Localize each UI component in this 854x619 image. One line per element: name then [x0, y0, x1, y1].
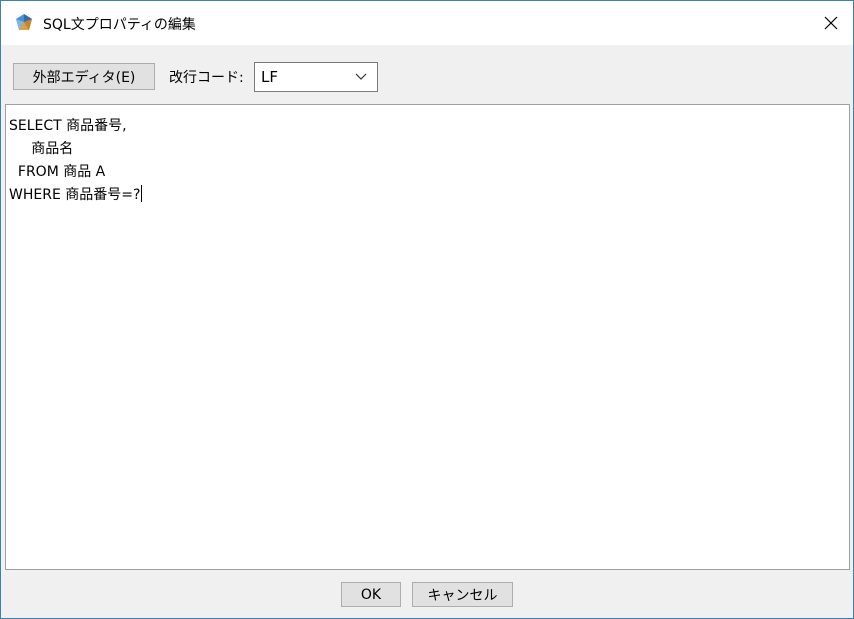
- ok-button[interactable]: OK: [341, 582, 401, 607]
- sql-line: FROM 商品 A: [9, 164, 106, 180]
- line-ending-value: LF: [261, 68, 278, 86]
- chevron-down-icon: [355, 73, 367, 80]
- close-icon: [824, 16, 838, 30]
- sql-property-dialog: SQL文プロパティの編集 外部エディタ(E) 改行コード: LF SELECT …: [0, 0, 854, 619]
- sql-text: SELECT 商品番号, 商品名 FROM 商品 A WHERE 商品番号=?: [9, 115, 143, 207]
- line-ending-label: 改行コード:: [169, 70, 244, 86]
- cancel-button[interactable]: キャンセル: [412, 582, 513, 607]
- sql-editor[interactable]: SELECT 商品番号, 商品名 FROM 商品 A WHERE 商品番号=?: [5, 104, 850, 570]
- close-button[interactable]: [809, 1, 853, 45]
- sql-line: 商品名: [9, 141, 74, 157]
- line-ending-select[interactable]: LF: [254, 62, 378, 92]
- external-editor-button[interactable]: 外部エディタ(E): [13, 63, 155, 90]
- text-caret: [141, 185, 143, 202]
- sql-line: WHERE 商品番号=?: [9, 187, 141, 203]
- title-bar[interactable]: SQL文プロパティの編集: [1, 1, 853, 45]
- app-gem-icon: [14, 13, 34, 33]
- window-title: SQL文プロパティの編集: [43, 17, 196, 33]
- sql-line: SELECT 商品番号,: [9, 118, 127, 134]
